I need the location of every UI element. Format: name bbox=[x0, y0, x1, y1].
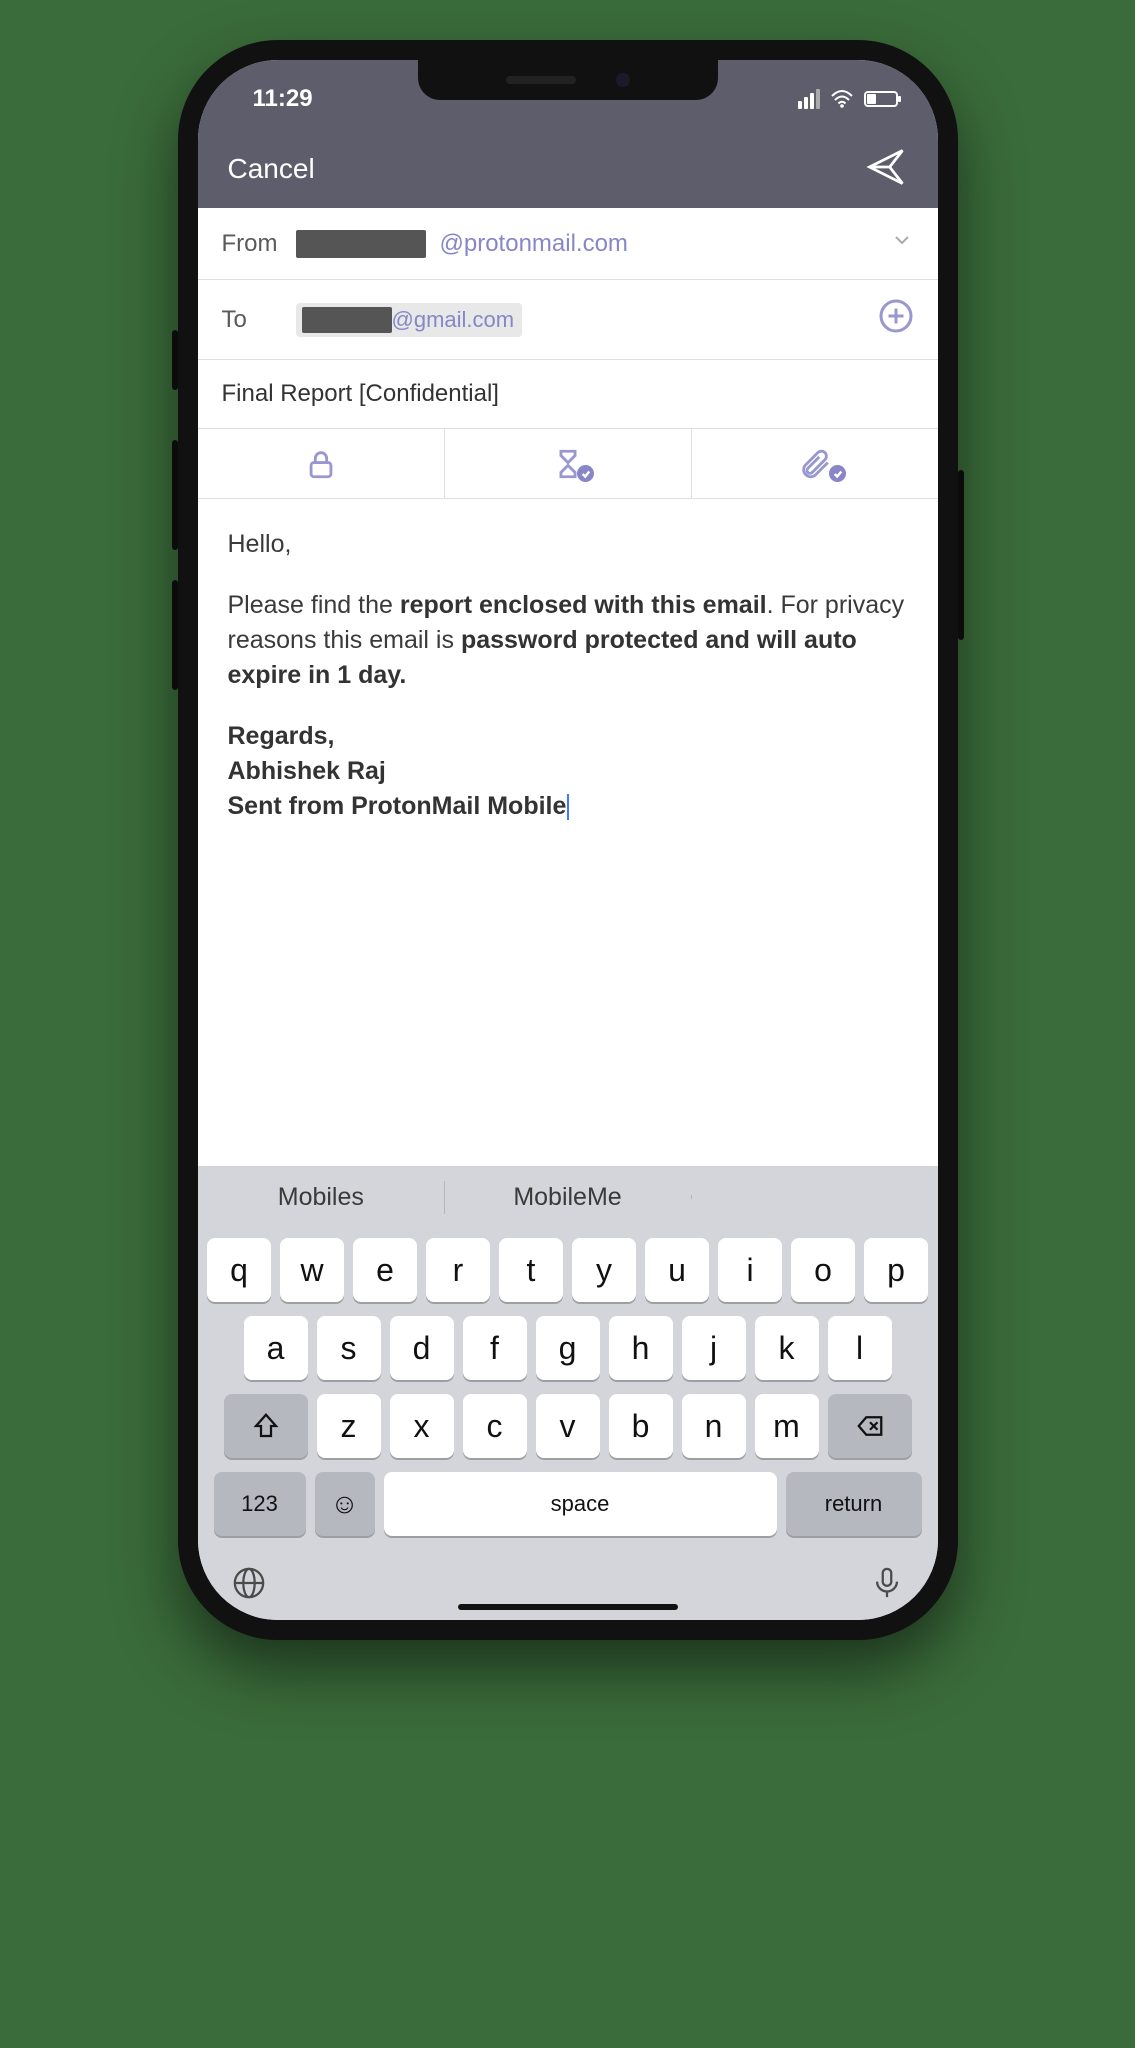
backspace-icon bbox=[855, 1411, 885, 1441]
key-backspace[interactable] bbox=[828, 1394, 912, 1458]
wifi-icon bbox=[830, 89, 854, 109]
key-p[interactable]: p bbox=[864, 1238, 928, 1302]
key-k[interactable]: k bbox=[755, 1316, 819, 1380]
from-field[interactable]: From @protonmail.com bbox=[198, 208, 938, 280]
key-space[interactable]: space bbox=[384, 1472, 777, 1536]
from-redacted bbox=[296, 230, 426, 258]
home-indicator[interactable] bbox=[458, 1604, 678, 1610]
check-icon bbox=[829, 465, 846, 482]
compose-nav-bar: Cancel bbox=[198, 130, 938, 208]
message-body[interactable]: Hello, Please find the report enclosed w… bbox=[198, 499, 938, 1166]
status-time: 11:29 bbox=[238, 77, 313, 113]
key-y[interactable]: y bbox=[572, 1238, 636, 1302]
send-button[interactable] bbox=[864, 145, 908, 194]
key-return[interactable]: return bbox=[786, 1472, 922, 1536]
key-f[interactable]: f bbox=[463, 1316, 527, 1380]
key-123[interactable]: 123 bbox=[214, 1472, 306, 1536]
globe-button[interactable] bbox=[232, 1566, 266, 1605]
globe-icon bbox=[232, 1566, 266, 1600]
key-h[interactable]: h bbox=[609, 1316, 673, 1380]
subject-field[interactable]: Final Report [Confidential] bbox=[198, 360, 938, 429]
mic-icon bbox=[870, 1566, 904, 1600]
key-t[interactable]: t bbox=[499, 1238, 563, 1302]
key-shift[interactable] bbox=[224, 1394, 308, 1458]
suggestion-3[interactable] bbox=[691, 1183, 938, 1211]
add-recipient-button[interactable] bbox=[878, 298, 914, 341]
power-button bbox=[958, 470, 964, 640]
key-a[interactable]: a bbox=[244, 1316, 308, 1380]
check-icon bbox=[577, 465, 594, 482]
keyboard-row-4: 123 ☺ space return bbox=[206, 1472, 930, 1536]
lock-icon bbox=[304, 447, 338, 481]
chevron-down-icon[interactable] bbox=[890, 228, 914, 259]
key-e[interactable]: e bbox=[353, 1238, 417, 1302]
dictation-button[interactable] bbox=[870, 1566, 904, 1605]
keyboard-row-3: z x c v b n m bbox=[206, 1394, 930, 1458]
paperclip-icon bbox=[798, 447, 832, 481]
keyboard-row-2: a s d f g h j k l bbox=[206, 1316, 930, 1380]
key-o[interactable]: o bbox=[791, 1238, 855, 1302]
phone-frame: 11:29 Cancel From @protonmail.com bbox=[178, 40, 958, 1640]
key-x[interactable]: x bbox=[390, 1394, 454, 1458]
shift-icon bbox=[251, 1411, 281, 1441]
key-b[interactable]: b bbox=[609, 1394, 673, 1458]
volume-down-button bbox=[172, 580, 178, 690]
to-field[interactable]: To @gmail.com bbox=[198, 280, 938, 360]
body-paragraph: Please find the report enclosed with thi… bbox=[228, 588, 908, 693]
to-redacted bbox=[302, 307, 392, 333]
key-r[interactable]: r bbox=[426, 1238, 490, 1302]
key-i[interactable]: i bbox=[718, 1238, 782, 1302]
suggestion-bar: Mobiles MobileMe bbox=[198, 1166, 938, 1228]
body-greeting: Hello, bbox=[228, 527, 908, 562]
from-domain: @protonmail.com bbox=[440, 230, 628, 258]
body-closing: Regards, Abhishek Raj Sent from ProtonMa… bbox=[228, 719, 908, 824]
from-label: From bbox=[222, 230, 282, 258]
volume-up-button bbox=[172, 440, 178, 550]
suggestion-2[interactable]: MobileMe bbox=[444, 1169, 691, 1226]
keyboard-row-1: q w e r t y u i o p bbox=[206, 1238, 930, 1302]
key-c[interactable]: c bbox=[463, 1394, 527, 1458]
attachment-button[interactable] bbox=[692, 429, 938, 498]
key-s[interactable]: s bbox=[317, 1316, 381, 1380]
keyboard-footer bbox=[198, 1550, 938, 1610]
expiration-button[interactable] bbox=[445, 429, 692, 498]
compose-toolbar bbox=[198, 429, 938, 499]
battery-icon bbox=[864, 91, 898, 107]
to-recipient-chip[interactable]: @gmail.com bbox=[296, 303, 523, 337]
key-g[interactable]: g bbox=[536, 1316, 600, 1380]
key-u[interactable]: u bbox=[645, 1238, 709, 1302]
to-label: To bbox=[222, 306, 282, 334]
encryption-button[interactable] bbox=[198, 429, 445, 498]
suggestion-1[interactable]: Mobiles bbox=[198, 1169, 445, 1226]
to-domain: @gmail.com bbox=[392, 307, 519, 333]
side-button bbox=[172, 330, 178, 390]
key-j[interactable]: j bbox=[682, 1316, 746, 1380]
key-q[interactable]: q bbox=[207, 1238, 271, 1302]
key-z[interactable]: z bbox=[317, 1394, 381, 1458]
cellular-icon bbox=[798, 89, 820, 109]
text-cursor bbox=[567, 794, 569, 820]
key-w[interactable]: w bbox=[280, 1238, 344, 1302]
key-d[interactable]: d bbox=[390, 1316, 454, 1380]
key-n[interactable]: n bbox=[682, 1394, 746, 1458]
key-l[interactable]: l bbox=[828, 1316, 892, 1380]
key-v[interactable]: v bbox=[536, 1394, 600, 1458]
keyboard: Mobiles MobileMe q w e r t y u i o bbox=[198, 1166, 938, 1620]
notch bbox=[418, 60, 718, 100]
key-m[interactable]: m bbox=[755, 1394, 819, 1458]
cancel-button[interactable]: Cancel bbox=[228, 153, 315, 185]
key-emoji[interactable]: ☺ bbox=[315, 1472, 375, 1536]
